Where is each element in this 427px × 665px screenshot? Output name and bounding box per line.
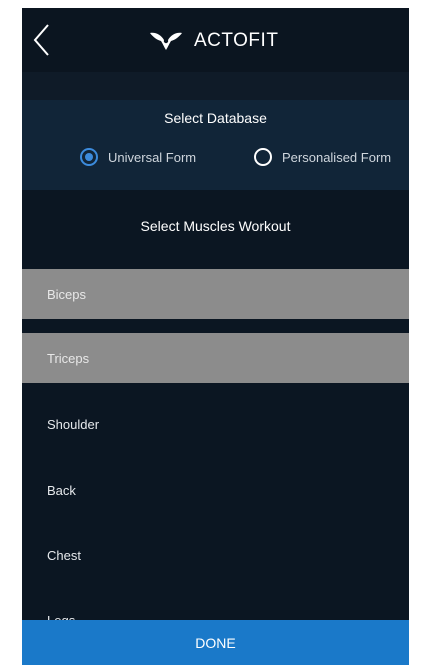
radio-label-universal: Universal Form — [108, 149, 197, 165]
done-button[interactable]: DONE — [22, 620, 409, 665]
muscle-item-biceps[interactable]: Biceps — [22, 269, 409, 319]
muscle-item-triceps[interactable]: Triceps — [22, 333, 409, 383]
radio-personalised-form[interactable]: Personalised Form — [254, 147, 391, 167]
actofit-logo-icon — [150, 32, 182, 50]
muscle-item-shoulder[interactable]: Shoulder — [22, 399, 409, 449]
muscle-item-chest[interactable]: Chest — [22, 530, 409, 580]
radio-universal-form[interactable]: Universal Form — [80, 147, 196, 167]
radio-unselected-icon — [254, 148, 272, 166]
muscle-item-back[interactable]: Back — [22, 465, 409, 515]
muscle-label: Chest — [47, 547, 81, 563]
muscle-label: Shoulder — [47, 416, 100, 432]
header-bar: ACTOFIT — [22, 8, 409, 72]
radio-selected-icon — [80, 148, 98, 166]
muscle-label: Back — [47, 482, 76, 498]
database-panel: Select Database Universal Form Personali… — [22, 100, 409, 190]
chevron-left-icon[interactable] — [30, 22, 54, 58]
brand: ACTOFIT — [148, 28, 278, 54]
muscles-title: Select Muscles Workout — [140, 218, 291, 234]
muscle-label: Biceps — [47, 286, 87, 302]
radio-label-personalised: Personalised Form — [282, 149, 392, 165]
database-title: Select Database — [164, 110, 267, 126]
brand-name: ACTOFIT — [194, 30, 279, 51]
app-screen: ACTOFIT Select Database Universal Form P… — [22, 8, 409, 665]
header-spacer — [22, 72, 409, 100]
muscle-label: Triceps — [47, 350, 90, 366]
